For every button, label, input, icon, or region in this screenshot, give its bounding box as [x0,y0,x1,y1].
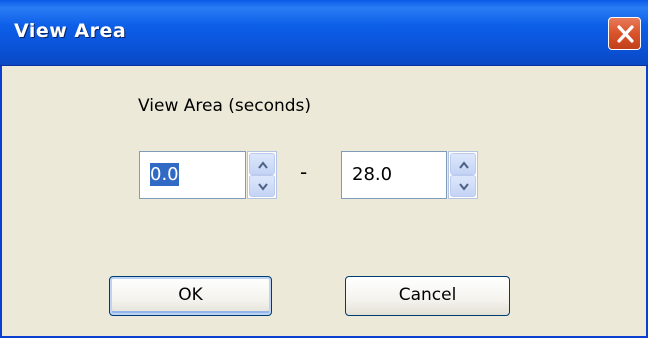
from-seconds-input[interactable]: 0.0 [139,151,246,199]
cancel-button[interactable]: Cancel [345,276,510,316]
close-button[interactable] [608,17,641,50]
title-bar[interactable]: View Area [0,0,648,66]
window-title: View Area [14,20,127,42]
from-increment-button[interactable] [249,153,275,175]
to-seconds-spinner [448,151,478,199]
to-decrement-button[interactable] [450,175,476,197]
to-increment-button[interactable] [450,153,476,175]
from-decrement-button[interactable] [249,175,275,197]
view-area-dialog: View Area View Area (seconds) 0.0 - 28.0… [0,0,648,338]
to-seconds-input[interactable]: 28.0 [341,151,447,199]
ok-button[interactable]: OK [109,276,272,316]
view-area-label: View Area (seconds) [138,96,312,116]
to-seconds-value: 28.0 [352,164,393,185]
from-seconds-value: 0.0 [150,163,179,186]
from-seconds-spinner [247,151,277,199]
range-separator: - [300,160,308,184]
